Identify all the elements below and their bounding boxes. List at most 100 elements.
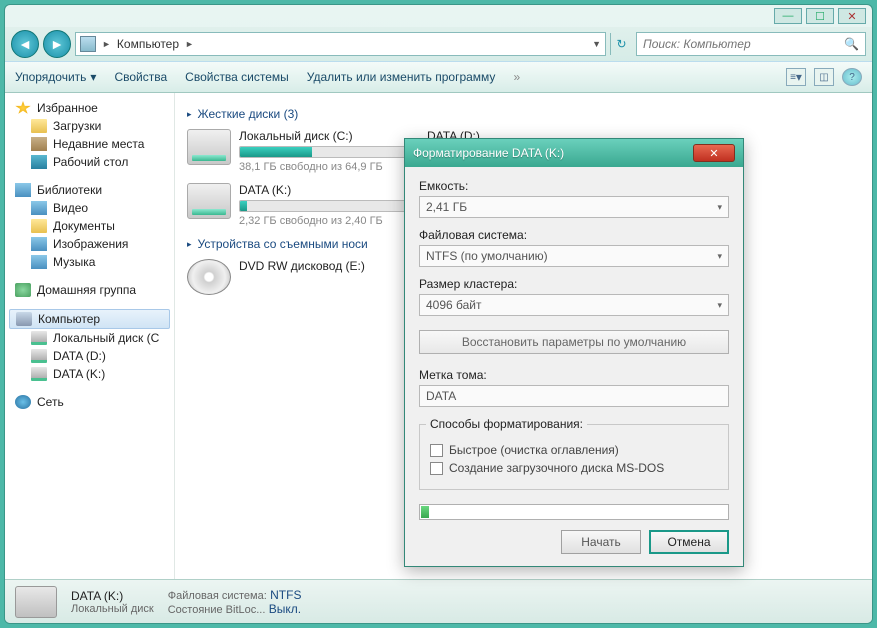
sidebar-local-c[interactable]: Локальный диск (C bbox=[9, 329, 170, 347]
volume-label-input[interactable]: DATA bbox=[419, 385, 729, 407]
toolbar: Упорядочить ▾ Свойства Свойства системы … bbox=[5, 61, 872, 93]
desktop-icon bbox=[31, 155, 47, 169]
status-drive-type: Локальный диск bbox=[71, 603, 154, 615]
system-properties-button[interactable]: Свойства системы bbox=[185, 70, 289, 84]
chevron-down-icon: ▾ bbox=[717, 202, 722, 213]
sidebar-computer[interactable]: Компьютер bbox=[9, 309, 170, 329]
capacity-bar bbox=[239, 200, 417, 212]
dialog-close-button[interactable]: ✕ bbox=[693, 144, 735, 162]
drive-freespace: 2,32 ГБ свободно из 2,40 ГБ bbox=[239, 215, 417, 227]
sidebar-favorites[interactable]: Избранное bbox=[9, 99, 170, 117]
search-input[interactable] bbox=[643, 37, 844, 51]
refresh-button[interactable]: ↻ bbox=[610, 33, 632, 55]
chevron-down-icon: ▾ bbox=[717, 251, 722, 262]
drive-name: Локальный диск (C:) bbox=[239, 129, 417, 143]
sidebar-libraries[interactable]: Библиотеки bbox=[9, 181, 170, 199]
volume-label-label: Метка тома: bbox=[419, 368, 729, 382]
star-icon bbox=[15, 101, 31, 115]
cluster-label: Размер кластера: bbox=[419, 277, 729, 291]
back-button[interactable]: ◄ bbox=[11, 30, 39, 58]
sidebar-data-k[interactable]: DATA (K:) bbox=[9, 365, 170, 383]
drive-icon bbox=[31, 367, 47, 381]
drive-name: DATA (K:) bbox=[239, 183, 417, 197]
format-options-legend: Способы форматирования: bbox=[426, 417, 587, 431]
restore-defaults-button[interactable]: Восстановить параметры по умолчанию bbox=[419, 330, 729, 354]
library-icon bbox=[15, 183, 31, 197]
chevron-right-icon: ► bbox=[185, 39, 194, 49]
status-bitlocker-label: Состояние BitLoc... bbox=[168, 604, 266, 616]
filesystem-label: Файловая система: bbox=[419, 228, 729, 242]
more-chevron-icon[interactable]: » bbox=[513, 70, 520, 84]
places-icon bbox=[31, 137, 47, 151]
chevron-down-icon[interactable]: ▼ bbox=[592, 39, 601, 49]
sidebar-downloads[interactable]: Загрузки bbox=[9, 117, 170, 135]
homegroup-icon bbox=[15, 283, 31, 297]
music-icon bbox=[31, 255, 47, 269]
status-bitlocker-value: Выкл. bbox=[269, 602, 301, 616]
dialog-titlebar: Форматирование DATA (K:) ✕ bbox=[405, 139, 743, 167]
dvd-icon bbox=[187, 259, 231, 295]
drive-item[interactable]: Локальный диск (C:) 38,1 ГБ свободно из … bbox=[187, 129, 417, 173]
drive-icon bbox=[187, 183, 231, 219]
sidebar-music[interactable]: Музыка bbox=[9, 253, 170, 271]
dvd-name: DVD RW дисковод (E:) bbox=[239, 259, 417, 273]
dialog-title: Форматирование DATA (K:) bbox=[413, 146, 693, 160]
documents-icon bbox=[31, 219, 47, 233]
sidebar-documents[interactable]: Документы bbox=[9, 217, 170, 235]
nav-bar: ◄ ► ► Компьютер ► ▼ ↻ 🔍 bbox=[5, 27, 872, 61]
folder-icon bbox=[31, 119, 47, 133]
hdd-section-header[interactable]: ▸Жесткие диски (3) bbox=[187, 107, 860, 121]
drive-icon bbox=[31, 349, 47, 363]
breadcrumb[interactable]: ► Компьютер ► ▼ bbox=[75, 32, 606, 56]
drive-icon bbox=[15, 586, 57, 618]
triangle-icon: ▸ bbox=[187, 109, 192, 120]
format-progress bbox=[419, 504, 729, 520]
sidebar: Избранное Загрузки Недавние места Рабочи… bbox=[5, 93, 175, 579]
breadcrumb-label: Компьютер bbox=[117, 37, 179, 51]
format-options-fieldset: Способы форматирования: Быстрое (очистка… bbox=[419, 417, 729, 490]
uninstall-button[interactable]: Удалить или изменить программу bbox=[307, 70, 496, 84]
quick-format-checkbox[interactable] bbox=[430, 444, 443, 457]
cluster-select[interactable]: 4096 байт▾ bbox=[419, 294, 729, 316]
computer-icon bbox=[80, 36, 96, 52]
chevron-down-icon: ▾ bbox=[717, 300, 722, 311]
sidebar-data-d[interactable]: DATA (D:) bbox=[9, 347, 170, 365]
video-icon bbox=[31, 201, 47, 215]
chevron-down-icon: ▾ bbox=[90, 70, 96, 84]
status-bar: DATA (K:) Локальный диск Файловая систем… bbox=[5, 579, 872, 623]
sidebar-desktop[interactable]: Рабочий стол bbox=[9, 153, 170, 171]
search-box[interactable]: 🔍 bbox=[636, 32, 866, 56]
start-button[interactable]: Начать bbox=[561, 530, 641, 554]
sidebar-network[interactable]: Сеть bbox=[9, 393, 170, 411]
view-mode-button[interactable]: ≡ ▾ bbox=[786, 68, 806, 86]
properties-button[interactable]: Свойства bbox=[114, 70, 167, 84]
pictures-icon bbox=[31, 237, 47, 251]
minimize-button[interactable]: — bbox=[774, 8, 802, 24]
sidebar-video[interactable]: Видео bbox=[9, 199, 170, 217]
drive-item[interactable]: DATA (K:) 2,32 ГБ свободно из 2,40 ГБ bbox=[187, 183, 417, 227]
sidebar-homegroup[interactable]: Домашняя группа bbox=[9, 281, 170, 299]
close-button[interactable]: ✕ bbox=[838, 8, 866, 24]
drive-icon bbox=[31, 331, 47, 345]
dvd-item[interactable]: DVD RW дисковод (E:) bbox=[187, 259, 417, 295]
capacity-bar bbox=[239, 146, 417, 158]
forward-button[interactable]: ► bbox=[43, 30, 71, 58]
filesystem-select[interactable]: NTFS (по умолчанию)▾ bbox=[419, 245, 729, 267]
drive-icon bbox=[187, 129, 231, 165]
msdos-boot-checkbox[interactable] bbox=[430, 462, 443, 475]
preview-pane-button[interactable]: ◫ bbox=[814, 68, 834, 86]
triangle-icon: ▸ bbox=[187, 239, 192, 250]
network-icon bbox=[15, 395, 31, 409]
sidebar-recent[interactable]: Недавние места bbox=[9, 135, 170, 153]
status-fs-value: NTFS bbox=[270, 588, 301, 602]
organize-menu[interactable]: Упорядочить ▾ bbox=[15, 70, 96, 84]
maximize-button[interactable]: ☐ bbox=[806, 8, 834, 24]
status-fs-label: Файловая система: bbox=[168, 590, 267, 602]
sidebar-pictures[interactable]: Изображения bbox=[9, 235, 170, 253]
titlebar: — ☐ ✕ bbox=[5, 5, 872, 27]
help-button[interactable]: ? bbox=[842, 68, 862, 86]
search-icon[interactable]: 🔍 bbox=[844, 37, 859, 51]
cancel-button[interactable]: Отмена bbox=[649, 530, 729, 554]
capacity-select[interactable]: 2,41 ГБ▾ bbox=[419, 196, 729, 218]
capacity-label: Емкость: bbox=[419, 179, 729, 193]
